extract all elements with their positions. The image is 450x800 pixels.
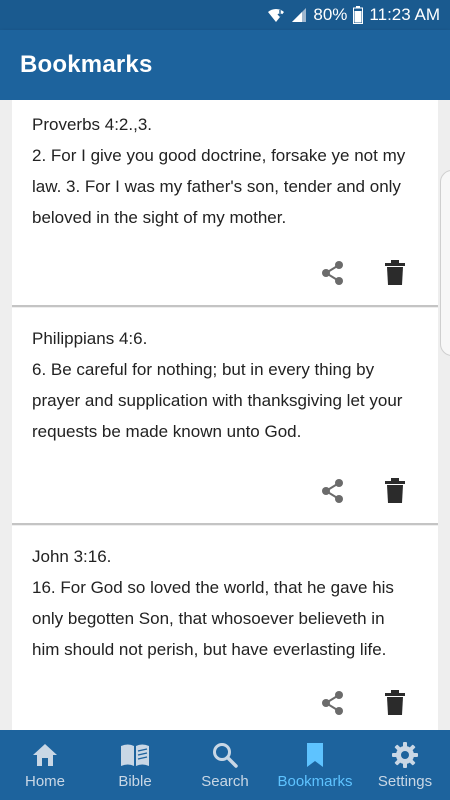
book-icon [120,741,150,769]
delete-icon[interactable] [382,478,408,504]
nav-bible[interactable]: Bible [90,730,180,800]
page-title: Bookmarks [20,51,153,78]
home-icon [32,741,58,769]
nav-label: Home [24,772,65,790]
verse-line: 16. For God so loved the world, that he … [32,578,394,597]
battery-icon [353,6,364,24]
delete-icon[interactable] [382,260,408,286]
wifi-icon [267,7,285,23]
share-icon[interactable] [320,690,346,716]
nav-label: Bookmarks [277,772,353,790]
verse-line: law. 3. For I was my father's son, tende… [32,177,401,196]
nav-label: Search [201,772,249,790]
clock: 11:23 AM [369,5,440,24]
verse-reference: Philippians 4:6. [32,329,148,348]
nav-home[interactable]: Home [0,730,90,800]
nav-search[interactable]: Search [180,730,270,800]
share-icon[interactable] [320,260,346,286]
verse-line: 6. Be careful for nothing; but in every … [32,360,375,379]
battery-percent: 80% [313,5,348,24]
app-bar: Bookmarks [0,30,450,100]
status-bar: 80% 11:23 AM [0,0,450,30]
divider [12,305,438,307]
nav-bookmarks[interactable]: Bookmarks [270,730,360,800]
share-icon[interactable] [320,478,346,504]
bookmark-icon [305,741,325,769]
bookmark-card[interactable]: Philippians 4:6. 6. Be careful for nothi… [12,308,438,524]
verse-line: requests be made known unto God. [32,422,302,441]
verse-line: only begotten Son, that whosoever believ… [32,609,385,628]
divider [12,523,438,525]
verse-line: 2. For I give you good doctrine, forsake… [32,146,406,165]
verse-line: him should not perish, but have everlast… [32,640,387,659]
delete-icon[interactable] [382,690,408,716]
verse-line: beloved in the sight of my mother. [32,208,287,227]
bottom-navigation: Home Bible Search Bookmarks Settings [0,730,450,800]
verse-reference: John 3:16. [32,547,112,566]
signal-icon [291,7,307,23]
bookmarks-list[interactable]: Proverbs 4:2.,3. 2. For I give you good … [0,100,450,730]
gear-icon [392,741,418,769]
nav-label: Settings [377,772,433,790]
search-icon [212,741,238,769]
bookmark-card[interactable]: John 3:16. 16. For God so loved the worl… [12,526,438,730]
verse-line: prayer and supplication with thanksgivin… [32,391,403,410]
nav-settings[interactable]: Settings [360,730,450,800]
scroll-handle[interactable] [440,170,450,356]
verse-reference: Proverbs 4:2.,3. [32,115,153,134]
bookmark-card[interactable]: Proverbs 4:2.,3. 2. For I give you good … [12,100,438,306]
nav-label: Bible [118,772,152,790]
